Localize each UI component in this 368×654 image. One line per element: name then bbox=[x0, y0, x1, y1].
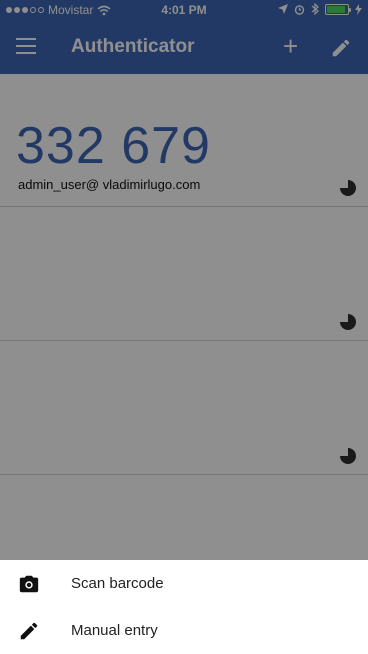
manual-entry-option[interactable]: Manual entry bbox=[0, 607, 368, 654]
bottom-sheet: Scan barcode Manual entry bbox=[0, 560, 368, 654]
pencil-icon bbox=[20, 622, 38, 639]
camera-icon bbox=[19, 575, 39, 592]
manual-entry-label: Manual entry bbox=[71, 622, 158, 639]
modal-scrim[interactable] bbox=[0, 0, 368, 560]
scan-barcode-option[interactable]: Scan barcode bbox=[0, 560, 368, 607]
scan-barcode-label: Scan barcode bbox=[71, 575, 164, 592]
